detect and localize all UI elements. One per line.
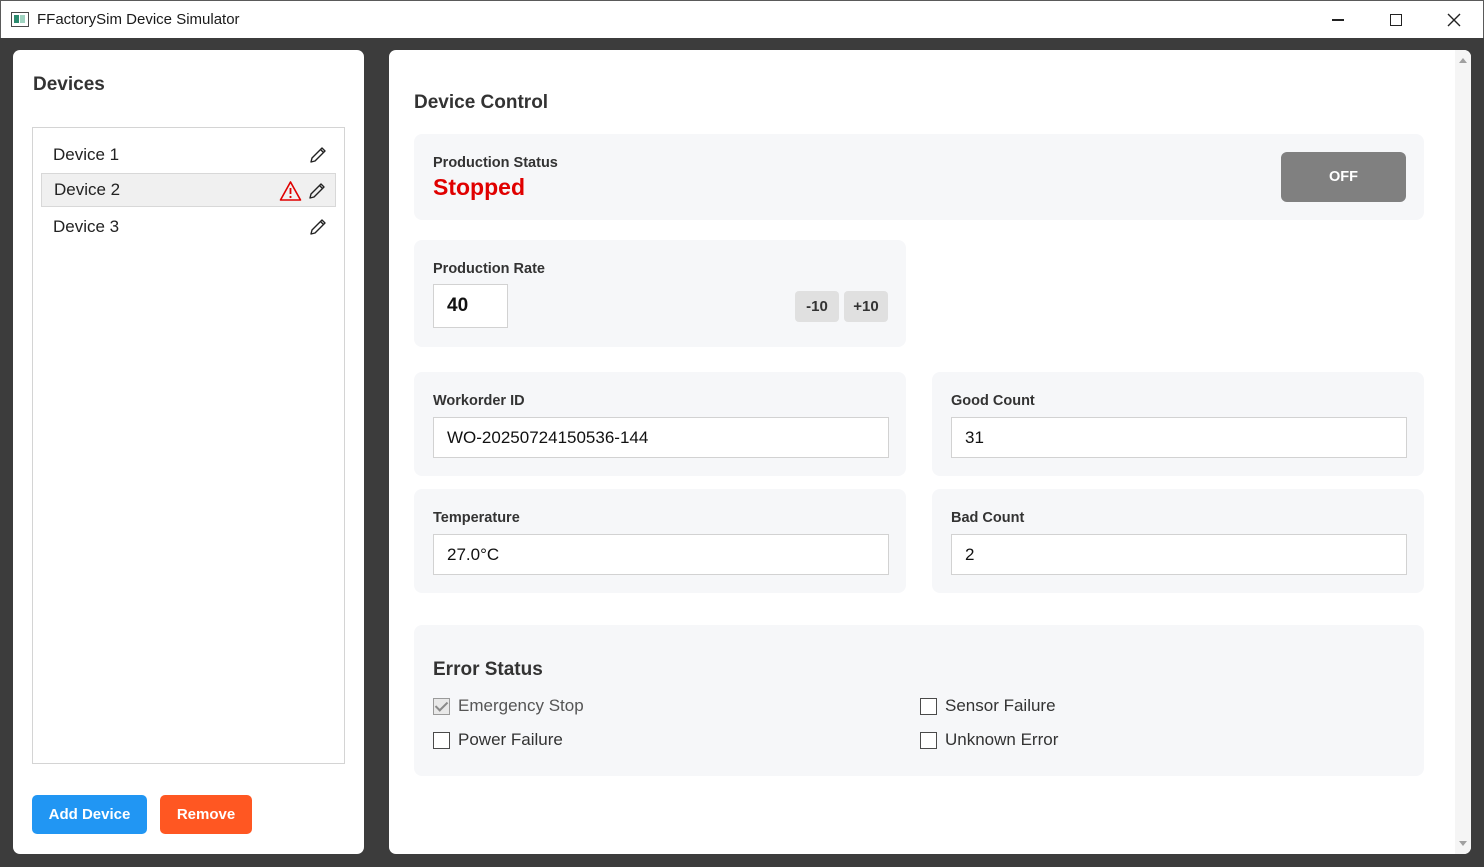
sensor-failure-checkbox[interactable]: Sensor Failure — [920, 696, 1056, 716]
checkbox-icon — [920, 731, 937, 749]
workorder-card: Workorder ID WO-20250724150536-144 — [414, 372, 906, 476]
vertical-scrollbar[interactable] — [1455, 50, 1471, 854]
checkbox-checked-icon — [433, 697, 450, 715]
checkbox-icon — [920, 697, 937, 715]
remove-device-button[interactable]: Remove — [160, 795, 252, 834]
device-label: Device 2 — [54, 180, 121, 199]
edit-icon[interactable] — [308, 145, 328, 165]
workorder-label: Workorder ID — [433, 393, 525, 409]
minimize-button[interactable] — [1309, 1, 1367, 39]
rate-decrement-button[interactable]: -10 — [795, 291, 839, 322]
error-status-title: Error Status — [433, 659, 543, 680]
checkbox-label: Unknown Error — [945, 730, 1059, 749]
close-button[interactable] — [1425, 1, 1483, 39]
production-status-label: Production Status — [433, 155, 558, 171]
good-count-label: Good Count — [951, 393, 1035, 409]
warning-icon — [279, 181, 302, 201]
checkbox-label: Power Failure — [458, 730, 563, 749]
bad-count-field[interactable]: 2 — [951, 534, 1407, 575]
bad-count-label: Bad Count — [951, 510, 1025, 526]
production-status-card: Production Status Stopped OFF — [414, 134, 1424, 220]
device-control-title: Device Control — [414, 92, 549, 113]
scroll-down-icon[interactable] — [1459, 841, 1467, 846]
window-title: FFactorySim Device Simulator — [37, 11, 240, 28]
close-icon — [1447, 13, 1461, 27]
production-rate-label: Production Rate — [433, 261, 545, 277]
emergency-stop-checkbox[interactable]: Emergency Stop — [433, 696, 584, 716]
minimize-icon — [1332, 19, 1344, 21]
device-list-item[interactable]: Device 3 — [41, 210, 336, 244]
device-control-panel: Device Control Production Status Stopped… — [389, 50, 1471, 854]
power-failure-checkbox[interactable]: Power Failure — [433, 730, 563, 750]
edit-icon[interactable] — [308, 217, 328, 237]
device-list[interactable]: Device 1 Device 2 Device 3 — [32, 127, 345, 764]
good-count-field[interactable]: 31 — [951, 417, 1407, 458]
temperature-card: Temperature 27.0°C — [414, 489, 906, 593]
production-toggle-button[interactable]: OFF — [1281, 152, 1406, 202]
maximize-icon — [1390, 14, 1402, 26]
window-titlebar: FFactorySim Device Simulator — [0, 0, 1484, 38]
production-rate-input[interactable]: 40 — [433, 284, 508, 328]
edit-icon[interactable] — [307, 181, 327, 201]
temperature-field[interactable]: 27.0°C — [433, 534, 889, 575]
unknown-error-checkbox[interactable]: Unknown Error — [920, 730, 1058, 750]
error-status-card: Error Status Emergency Stop Sensor Failu… — [414, 625, 1424, 776]
devices-panel: Devices Device 1 Device 2 Device 3 Add D… — [13, 50, 364, 854]
scroll-up-icon[interactable] — [1459, 58, 1467, 63]
workorder-field[interactable]: WO-20250724150536-144 — [433, 417, 889, 458]
add-device-button[interactable]: Add Device — [32, 795, 147, 834]
checkbox-icon — [433, 731, 450, 749]
checkbox-label: Emergency Stop — [458, 696, 584, 715]
temperature-label: Temperature — [433, 510, 520, 526]
devices-title: Devices — [33, 74, 105, 95]
app-icon — [11, 12, 29, 27]
bad-count-card: Bad Count 2 — [932, 489, 1424, 593]
rate-increment-button[interactable]: +10 — [844, 291, 888, 322]
production-rate-card: Production Rate 40 -10 +10 — [414, 240, 906, 347]
device-label: Device 1 — [53, 145, 120, 164]
good-count-card: Good Count 31 — [932, 372, 1424, 476]
production-status-value: Stopped — [433, 174, 525, 200]
device-list-item[interactable]: Device 1 — [41, 138, 336, 172]
device-label: Device 3 — [53, 217, 120, 236]
device-list-item[interactable]: Device 2 — [41, 173, 336, 207]
maximize-button[interactable] — [1367, 1, 1425, 39]
checkbox-label: Sensor Failure — [945, 696, 1056, 715]
